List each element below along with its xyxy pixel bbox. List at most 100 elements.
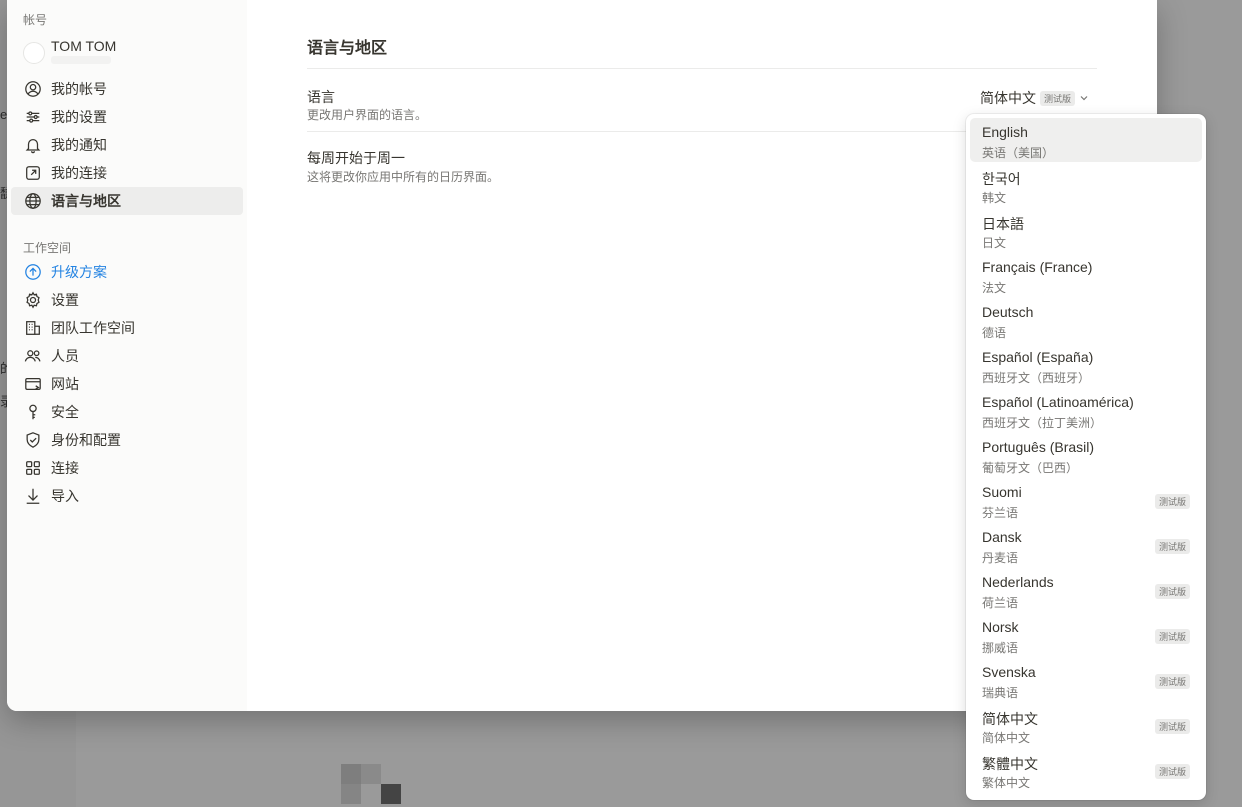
sidebar-item-my-settings[interactable]: 我的设置 [11,103,243,131]
account-nav: 我的帐号 我的设置 我的通知 我的连接 语言与地区 [11,75,243,215]
language-option-subtitle: 瑞典语 [982,686,1019,700]
language-dropdown: English 英语（美国） 한국어 韩文 日本語 日文 Français (F… [966,114,1206,800]
sidebar-item-label: 导入 [51,488,79,504]
sidebar-item-my-account[interactable]: 我的帐号 [11,75,243,103]
language-option-simplified-chinese[interactable]: 简体中文 简体中文 测试版 [970,703,1202,747]
language-select[interactable]: 简体中文 测试版 [980,88,1089,108]
people-icon [23,346,43,366]
sidebar-item-settings[interactable]: 设置 [11,286,243,314]
language-option-traditional-chinese[interactable]: 繁體中文 繁体中文 测试版 [970,748,1202,792]
language-option-name: Suomi [982,484,1022,500]
settings-sidebar: 帐号 TOM TOM 我的帐号 我的设置 我的通知 我的连接 语言与地区 工作空… [7,0,247,711]
sidebar-item-teamspaces[interactable]: 团队工作空间 [11,314,243,342]
language-option-name: 日本語 [982,216,1024,232]
language-option-japanese[interactable]: 日本語 日文 [970,208,1202,252]
sidebar-item-label: 人员 [51,348,79,364]
browser-window-icon [23,374,43,394]
account-name: TOM TOM [51,38,117,54]
download-arrow-icon [23,486,43,506]
language-option-subtitle: 日文 [982,236,1007,250]
redaction-block [381,784,401,804]
sidebar-item-upgrade-plan[interactable]: 升级方案 [11,258,243,286]
language-option-name: English [982,124,1028,140]
language-option-subtitle: 葡萄牙文（巴西） [982,461,1079,475]
account-email-redacted [51,56,111,64]
workspace-nav: 升级方案 设置 团队工作空间 人员 网站 安全 身份和配置 连接 导入 [11,258,243,510]
language-option-french[interactable]: Français (France) 法文 [970,253,1202,297]
language-option-name: 简体中文 [982,711,1038,727]
language-select-value: 简体中文 [979,90,1036,106]
chevron-down-icon [1075,90,1089,106]
gear-icon [23,290,43,310]
week-start-setting-description: 这将更改你应用中所有的日历界面。 [307,170,500,184]
language-option-korean[interactable]: 한국어 韩文 [970,163,1202,207]
beta-badge: 测试版 [1154,719,1190,734]
language-option-norwegian[interactable]: Norsk 挪威语 测试版 [970,613,1202,657]
sidebar-item-people[interactable]: 人员 [11,342,243,370]
sidebar-item-identity-provisioning[interactable]: 身份和配置 [11,426,243,454]
language-option-name: 한국어 [982,171,1021,187]
key-icon [23,402,43,422]
sidebar-item-label: 我的帐号 [51,81,107,97]
sidebar-item-label: 升级方案 [51,264,107,280]
language-option-subtitle: 繁体中文 [982,776,1031,790]
sidebar-item-label: 身份和配置 [51,432,121,448]
beta-badge: 测试版 [1154,539,1190,554]
arrow-up-right-square-icon [23,163,43,183]
language-option-subtitle: 芬兰语 [982,506,1019,520]
language-option-name: 繁體中文 [982,756,1038,772]
sidebar-item-sites[interactable]: 网站 [11,370,243,398]
language-option-name: Dansk [982,529,1022,545]
language-option-swedish[interactable]: Svenska 瑞典语 测试版 [970,658,1202,702]
language-option-dutch[interactable]: Nederlands 荷兰语 测试版 [970,568,1202,612]
language-option-subtitle: 西班牙文（西班牙） [982,371,1091,385]
language-option-name: Norsk [982,619,1019,635]
language-option-subtitle: 韩文 [982,191,1007,205]
sidebar-item-security[interactable]: 安全 [11,398,243,426]
sidebar-item-label: 团队工作空间 [51,320,135,336]
sidebar-item-label: 网站 [51,376,79,392]
divider [307,68,1097,69]
shield-check-icon [23,430,43,450]
sliders-icon [23,107,43,127]
sidebar-item-my-connections[interactable]: 我的连接 [11,159,243,187]
sidebar-item-import[interactable]: 导入 [11,482,243,510]
language-option-subtitle: 德语 [982,326,1007,340]
redaction-block [341,764,361,784]
language-option-subtitle: 简体中文 [982,731,1031,745]
language-setting-title: 语言 [307,89,335,105]
sidebar-item-label: 我的连接 [51,165,107,181]
language-option-name: Español (Latinoamérica) [982,394,1134,410]
language-option-portuguese-brazil[interactable]: Português (Brasil) 葡萄牙文（巴西） [970,433,1202,477]
language-option-name: Português (Brasil) [982,439,1095,455]
account-switcher[interactable]: TOM TOM [23,38,243,68]
beta-badge: 测试版 [1154,629,1190,644]
sidebar-item-connections[interactable]: 连接 [11,454,243,482]
language-option-name: Español (España) [982,349,1094,365]
language-option-german[interactable]: Deutsch 德语 [970,298,1202,342]
language-option-subtitle: 丹麦语 [982,551,1019,565]
sidebar-item-label: 我的设置 [51,109,107,125]
globe-icon [23,191,43,211]
sidebar-item-language-region[interactable]: 语言与地区 [11,187,243,215]
building-icon [23,318,43,338]
beta-badge: 测试版 [1154,674,1190,689]
language-option-finnish[interactable]: Suomi 芬兰语 测试版 [970,478,1202,522]
language-option-spanish-spain[interactable]: Español (España) 西班牙文（西班牙） [970,343,1202,387]
account-section-label: 帐号 [23,13,48,27]
language-option-english[interactable]: English 英语（美国） [970,118,1202,162]
user-circle-icon [23,79,43,99]
language-option-spanish-latam[interactable]: Español (Latinoamérica) 西班牙文（拉丁美洲） [970,388,1202,432]
beta-badge: 测试版 [1154,764,1190,779]
upgrade-circle-icon [23,262,43,282]
bell-icon [23,135,43,155]
sidebar-item-label: 安全 [51,404,79,420]
grid-icon [23,458,43,478]
sidebar-item-label: 设置 [51,292,79,308]
language-option-name: Svenska [982,664,1036,680]
sidebar-item-label: 语言与地区 [51,193,121,209]
beta-badge: 测试版 [1039,90,1075,106]
sidebar-item-my-notifications[interactable]: 我的通知 [11,131,243,159]
language-option-danish[interactable]: Dansk 丹麦语 测试版 [970,523,1202,567]
workspace-section-label: 工作空间 [23,241,72,255]
